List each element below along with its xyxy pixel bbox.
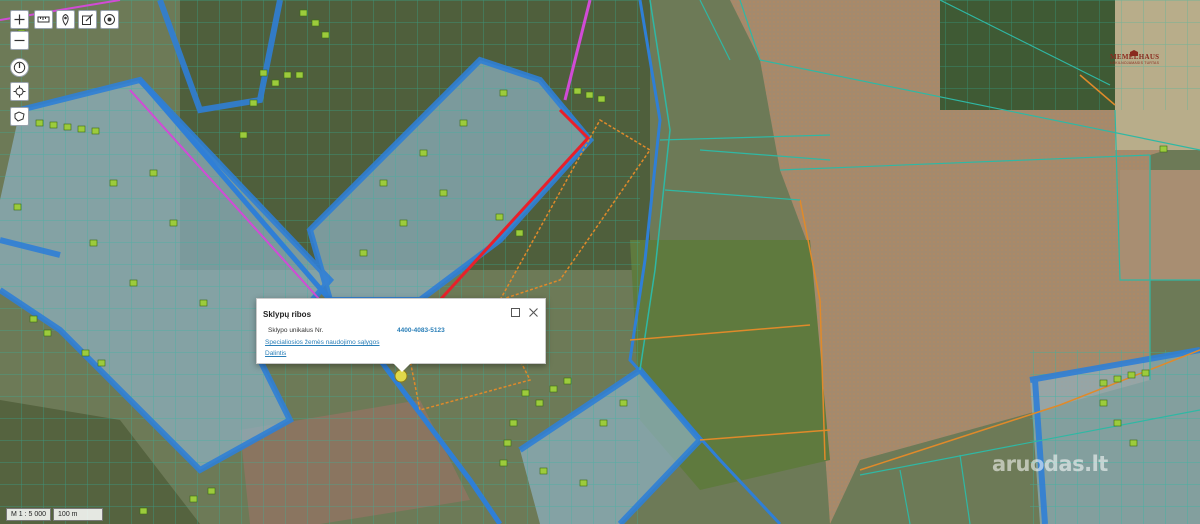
brown-field-right bbox=[1120, 170, 1200, 280]
crosshair-icon bbox=[13, 85, 26, 98]
close-icon[interactable] bbox=[528, 307, 539, 318]
zoom-out-button[interactable] bbox=[10, 31, 29, 50]
compass-icon bbox=[13, 61, 26, 74]
scale-ratio: M 1 : 5 000 bbox=[6, 508, 52, 521]
logo-subtitle: NEKILNOJAMASIS TURTAS bbox=[1110, 61, 1160, 65]
special-conditions-link[interactable]: Specialiosios žemės naudojimo sąlygos bbox=[265, 339, 380, 346]
scale-distance: 100 m bbox=[53, 508, 104, 521]
target-icon bbox=[104, 14, 115, 25]
marker-button[interactable] bbox=[56, 10, 75, 29]
marker-icon bbox=[62, 13, 69, 26]
lasso-button[interactable] bbox=[10, 107, 29, 126]
watermark: aruodas.lt bbox=[992, 452, 1108, 476]
edit-button[interactable] bbox=[78, 10, 97, 29]
map-canvas[interactable] bbox=[0, 0, 1200, 524]
compass-button[interactable] bbox=[10, 58, 29, 77]
locate-button[interactable] bbox=[10, 82, 29, 101]
maximize-icon[interactable] bbox=[510, 307, 521, 318]
parcel-id-label: Sklypo unikalus Nr. bbox=[268, 327, 324, 334]
ruler-icon bbox=[37, 16, 50, 23]
logo-name: MEMELHAUS bbox=[1110, 53, 1160, 61]
scale-bar: M 1 : 5 000 100 m bbox=[6, 508, 105, 521]
measure-button[interactable] bbox=[34, 10, 53, 29]
parcel-id-value[interactable]: 4400-4083-5123 bbox=[397, 327, 445, 334]
record-button[interactable] bbox=[100, 10, 119, 29]
zoom-in-button[interactable] bbox=[10, 10, 29, 29]
share-link[interactable]: Dalintis bbox=[265, 350, 286, 357]
parcel-info-popup: Sklypų ribos Sklypo unikalus Nr. 4400-40… bbox=[256, 298, 546, 372]
minus-icon bbox=[14, 39, 25, 42]
edit-icon bbox=[82, 14, 93, 25]
plus-icon bbox=[14, 14, 25, 25]
popup-title: Sklypų ribos bbox=[263, 310, 312, 319]
lasso-icon bbox=[14, 111, 25, 122]
